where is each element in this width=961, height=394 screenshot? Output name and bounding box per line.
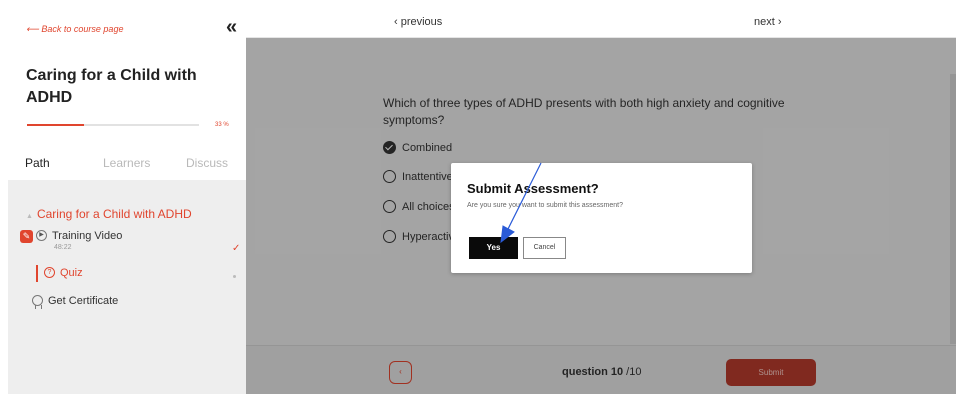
yes-button[interactable]: Yes [469,237,518,259]
status-dot-icon [233,275,236,278]
sidebar-item-get-certificate[interactable]: Get Certificate [48,295,118,307]
top-navigation: ‹ previous next › [246,8,956,38]
certificate-icon [32,295,43,309]
play-icon: ▶ [36,230,47,241]
tab-discuss[interactable]: Discuss [186,156,228,170]
tab-learners[interactable]: Learners [103,156,150,170]
caret-up-icon: ▲ [26,213,33,220]
progress-bar [27,124,199,126]
cancel-button[interactable]: Cancel [523,237,566,259]
section-title: Caring for a Child with ADHD [36,207,192,221]
sidebar-item-training-video[interactable]: Training Video [52,230,122,242]
sidebar-item-quiz[interactable]: Quiz [60,267,83,279]
progress-percent: 33 % [215,122,229,128]
progress-bar-fill [27,124,84,126]
lesson-duration: 48:22 [54,244,72,251]
collapse-sidebar-icon[interactable]: « [226,17,237,37]
back-to-course-link[interactable]: ⟵ Back to course page [26,24,123,35]
section-header[interactable]: ▲ Caring for a Child with ADHD [26,207,192,221]
question-icon: ? [44,267,55,278]
dialog-message: Are you sure you want to submit this ass… [467,202,624,209]
course-title: Caring for a Child with ADHD [26,67,197,106]
app-root: ⟵ Back to course page « Caring for a Chi… [0,0,961,394]
lesson-badge-icon: ✎ [20,230,33,243]
active-item-indicator [36,265,38,282]
tab-path[interactable]: Path [25,156,50,170]
course-sidebar: ⟵ Back to course page « Caring for a Chi… [8,8,246,394]
previous-link[interactable]: ‹ previous [394,16,442,28]
check-icon: ✓ [232,243,241,254]
dialog-title: Submit Assessment? [467,181,599,196]
lesson-nav-panel: ▲ Caring for a Child with ADHD ✎ ▶ Traini… [8,180,246,394]
sidebar-tabs: Path Learners Discuss [8,148,246,180]
next-link[interactable]: next › [754,16,782,28]
submit-assessment-dialog: Submit Assessment? Are you sure you want… [451,163,752,273]
